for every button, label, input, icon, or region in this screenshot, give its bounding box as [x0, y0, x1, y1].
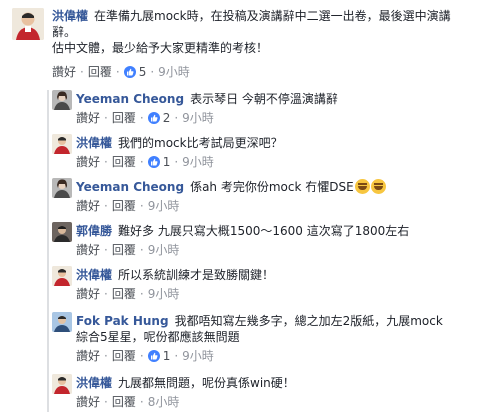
comment-author[interactable]: 郭偉勝	[76, 224, 112, 238]
person-photo-icon	[12, 8, 44, 40]
avatar[interactable]	[12, 8, 44, 40]
thumbs-up-icon	[147, 156, 160, 168]
comment-text: 估中文體，最少給予大家更精準的考核！	[52, 41, 269, 55]
like-count[interactable]: 1	[163, 155, 171, 169]
reply-item: 洪偉權 所以系統訓練才是致勝關鍵！ 讚好 · 回覆 · 9小時	[52, 266, 492, 302]
thumbs-up-icon	[147, 350, 160, 362]
avatar[interactable]	[52, 266, 72, 286]
avatar[interactable]	[52, 312, 72, 332]
comment-text: 所以系統訓練才是致勝關鍵！	[118, 268, 275, 282]
reply-item: Yeeman Cheong 表示琴日 今朝不停溫演講辭 讚好 · 回覆 · 2 · 9小時	[52, 90, 492, 126]
thumbs-up-icon	[123, 66, 136, 78]
avatar[interactable]	[52, 374, 72, 394]
person-photo-icon	[52, 222, 72, 242]
reply-item: Yeeman Cheong 係ah 考完你份mock 冇懼DSE 讚好 · 回覆 · 9小…	[52, 178, 492, 214]
like-button[interactable]: 讚好	[76, 111, 100, 125]
comment-timestamp[interactable]: 9小時	[182, 349, 214, 363]
person-photo-icon	[52, 134, 72, 154]
comment-author[interactable]: 洪偉權	[52, 9, 88, 23]
comment-text: 辭。	[52, 25, 77, 39]
reply-button[interactable]: 回覆	[112, 395, 136, 409]
avatar[interactable]	[52, 134, 72, 154]
thumbs-up-icon	[147, 112, 160, 124]
avatar[interactable]	[52, 178, 72, 198]
comment-text: 難好多 九展只寫大概1500～1600 這次寫了1800左右	[118, 224, 410, 238]
person-photo-icon	[52, 266, 72, 286]
comment-timestamp[interactable]: 9小時	[182, 111, 214, 125]
comment-author[interactable]: Yeeman Cheong	[76, 180, 184, 194]
comment-author[interactable]: Fok Pak Hung	[76, 314, 169, 328]
comment-author[interactable]: Yeeman Cheong	[76, 92, 184, 106]
comment-text: 我都唔知寫左幾多字，總之加左2版紙，九展mock	[174, 314, 443, 328]
person-photo-icon	[52, 374, 72, 394]
comment-text: 我們的mock比考試局更深吧？	[118, 136, 283, 150]
like-count[interactable]: 2	[163, 111, 171, 125]
comment-timestamp[interactable]: 9小時	[158, 65, 190, 79]
like-button[interactable]: 讚好	[76, 155, 100, 169]
avatar[interactable]	[52, 90, 72, 110]
like-button[interactable]: 讚好	[76, 349, 100, 363]
comment-author[interactable]: 洪偉權	[76, 136, 112, 150]
reply-button[interactable]: 回覆	[112, 111, 136, 125]
like-button[interactable]: 讚好	[76, 287, 100, 301]
comment-timestamp[interactable]: 9小時	[148, 243, 180, 257]
comment-text: 在準備九展mock時，在投稿及演講辭中二選一出卷，最後選中演講	[94, 9, 451, 23]
comment-author[interactable]: 洪偉權	[76, 376, 112, 390]
like-button[interactable]: 讚好	[76, 395, 100, 409]
reply-item: 洪偉權 九展都無問題，呢份真係win硬！ 讚好 · 回覆 · 8小時	[52, 374, 492, 410]
comment-item: 洪偉權 在準備九展mock時，在投稿及演講辭中二選一出卷，最後選中演講 辭。 估中…	[12, 8, 492, 86]
reply-thread-rail	[47, 90, 49, 412]
avatar[interactable]	[52, 222, 72, 242]
comment-text: 綜合5星星，呢份都應該無問題	[76, 330, 240, 344]
comment-timestamp[interactable]: 9小時	[148, 287, 180, 301]
comment-timestamp[interactable]: 9小時	[148, 199, 180, 213]
reply-button[interactable]: 回覆	[112, 155, 136, 169]
reply-button[interactable]: 回覆	[88, 65, 112, 79]
laughing-emoji-icon	[354, 179, 370, 194]
like-count[interactable]: 5	[139, 65, 147, 79]
reply-item: 洪偉權 我們的mock比考試局更深吧？ 讚好 · 回覆 · 1 · 9小時	[52, 134, 492, 170]
comment-text: 表示琴日 今朝不停溫演講辭	[190, 92, 338, 106]
reply-item: Fok Pak Hung 我都唔知寫左幾多字，總之加左2版紙，九展mock 綜合5…	[52, 312, 492, 364]
like-button[interactable]: 讚好	[76, 199, 100, 213]
reply-item: 郭偉勝 難好多 九展只寫大概1500～1600 這次寫了1800左右 讚好 · 回覆 ·…	[52, 222, 492, 258]
reply-button[interactable]: 回覆	[112, 349, 136, 363]
comment-author[interactable]: 洪偉權	[76, 268, 112, 282]
comment-timestamp[interactable]: 8小時	[148, 395, 180, 409]
like-button[interactable]: 讚好	[52, 65, 76, 79]
like-button[interactable]: 讚好	[76, 243, 100, 257]
reply-button[interactable]: 回覆	[112, 243, 136, 257]
reply-button[interactable]: 回覆	[112, 199, 136, 213]
person-photo-icon	[52, 90, 72, 110]
person-photo-icon	[52, 178, 72, 198]
like-count[interactable]: 1	[163, 349, 171, 363]
comment-text: 九展都無問題，呢份真係win硬！	[118, 376, 295, 390]
comment-text: 係ah 考完你份mock 冇懼DSE	[190, 180, 354, 194]
reply-button[interactable]: 回覆	[112, 287, 136, 301]
laughing-emoji-icon	[370, 179, 386, 194]
person-photo-icon	[52, 312, 72, 332]
comment-timestamp[interactable]: 9小時	[182, 155, 214, 169]
